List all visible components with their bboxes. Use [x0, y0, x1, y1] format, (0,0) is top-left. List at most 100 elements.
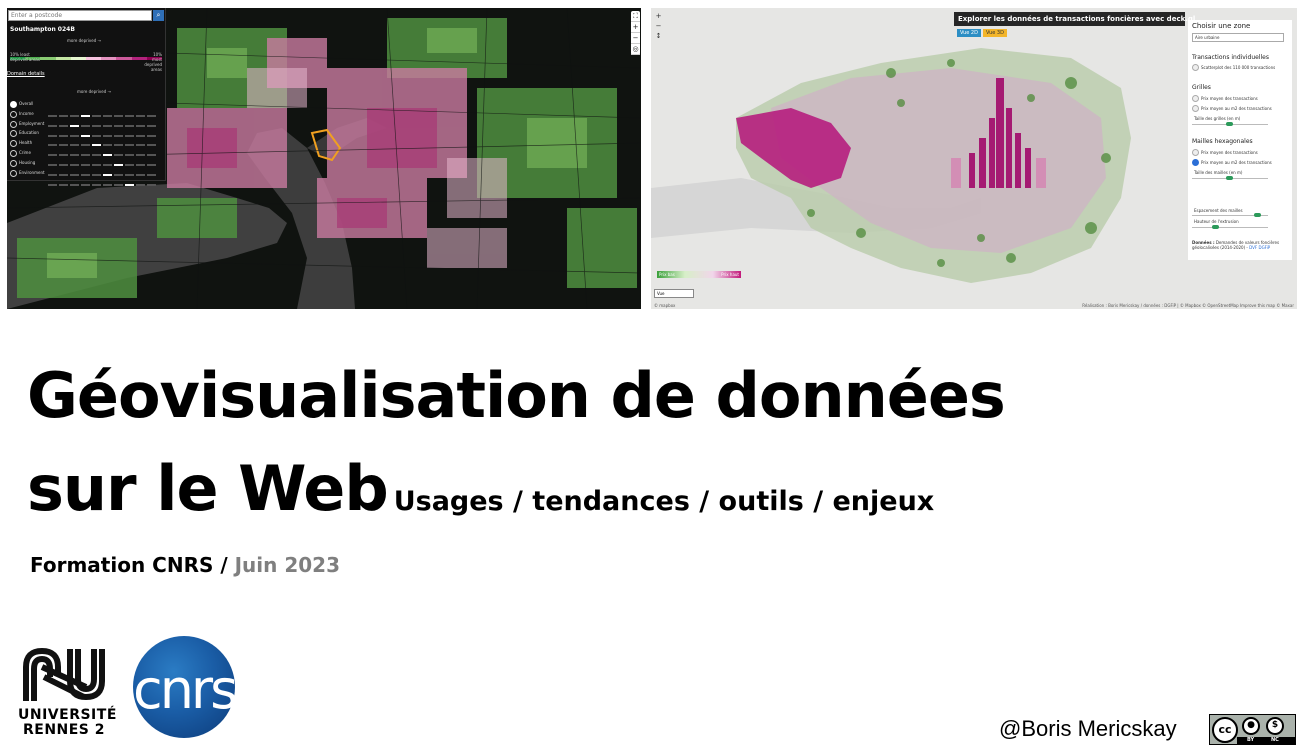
universite-rennes2-logo: UNIVERSITÉ RENNES 2 — [18, 645, 117, 738]
hex-price-radio[interactable] — [1192, 149, 1199, 156]
domain-row[interactable]: Housing — [10, 159, 162, 176]
grid-price-radio[interactable] — [1192, 95, 1199, 102]
decile-bar — [70, 183, 79, 186]
layer-control-panel: Choisir une zone Aire urbaine Transactio… — [1188, 20, 1292, 260]
imd-control-panel: Enter a postcode ⌕ Southampton 024B more… — [7, 8, 166, 186]
postcode-search-input[interactable]: Enter a postcode — [8, 10, 152, 21]
slide-title-line-2: sur le Web Usages / tendances / outils / … — [27, 452, 934, 525]
domain-decile-bars — [48, 122, 162, 137]
decile-bar — [81, 183, 90, 186]
rennes2-line-1: UNIVERSITÉ — [18, 707, 117, 723]
scatterplot-option-label: Scatterplot des 110 000 transactions — [1201, 65, 1276, 70]
domain-radio[interactable] — [10, 140, 17, 148]
cc-by-label: BY — [1247, 737, 1255, 743]
domain-radio[interactable] — [10, 130, 17, 138]
legend-low-label: Prix bas — [659, 272, 675, 277]
spacing-label: Espacement des mailles — [1194, 208, 1243, 213]
search-icon[interactable]: ⌕ — [153, 10, 164, 21]
grid-size-slider[interactable] — [1192, 122, 1268, 126]
data-source-link[interactable]: DVF DGFiP — [1249, 245, 1270, 250]
training-prefix: Formation CNRS / — [30, 553, 228, 577]
domain-row[interactable]: Employment — [10, 120, 162, 137]
domain-radio[interactable] — [10, 101, 17, 108]
deckgl-map-screenshot: + − ↕ Explorer les données de transactio… — [651, 8, 1297, 309]
domain-decile-bars — [48, 131, 162, 147]
spacing-slider[interactable] — [1192, 213, 1268, 217]
hex-size-slider[interactable] — [1192, 176, 1268, 180]
domain-label: Environment — [19, 169, 45, 175]
decile-bar — [48, 183, 57, 186]
legend-view-box[interactable]: Vue — [654, 289, 694, 298]
grid-price-m2-label: Prix moyen au m2 des transactions — [1201, 106, 1272, 111]
domain-decile-bars — [48, 112, 162, 127]
domain-row[interactable]: Health — [10, 139, 162, 157]
domain-details-link[interactable]: Domain details — [7, 71, 45, 77]
deck-app-title: Explorer les données de transactions fon… — [954, 12, 1195, 26]
ramp-swatch — [70, 57, 86, 60]
scatterplot-radio[interactable] — [1192, 64, 1199, 71]
fullscreen-icon[interactable]: ⛶ — [631, 11, 640, 22]
grid-heading: Grilles — [1192, 84, 1211, 91]
domain-label: Health — [19, 140, 33, 146]
zone-select[interactable]: Aire urbaine — [1192, 33, 1284, 42]
domain-radio[interactable] — [10, 150, 17, 157]
grid-price-label: Prix moyen des transactions — [1201, 96, 1258, 101]
training-line: Formation CNRS / Juin 2023 — [30, 553, 340, 577]
domain-label: Overall — [19, 101, 34, 106]
extrusion-label: Hauteur de l'extrusion — [1194, 219, 1239, 224]
decile-bar — [103, 183, 112, 186]
locate-icon[interactable]: ◎ — [631, 44, 640, 55]
domain-decile-bars — [48, 161, 162, 176]
hex-price-m2-radio[interactable] — [1192, 159, 1199, 166]
domain-row[interactable]: Income — [10, 110, 162, 127]
compass-icon[interactable]: ↕ — [654, 31, 663, 41]
domain-decile-bars — [48, 151, 162, 166]
decile-bar — [59, 183, 68, 186]
postcode-search: Enter a postcode ⌕ — [7, 9, 165, 22]
rennes2-line-2: RENNES 2 — [22, 722, 106, 738]
rennes2-mark-icon — [23, 647, 105, 701]
author-handle: @Boris Mericskay — [999, 716, 1177, 741]
zoom-in-button[interactable]: + — [631, 22, 640, 33]
view-3d-button[interactable]: Vue 3D — [983, 29, 1007, 37]
deprivation-color-ramp — [10, 45, 162, 60]
domain-decile-bars — [48, 171, 162, 186]
mapbox-logo[interactable]: © mapbox — [654, 303, 675, 308]
more-deprived-label-2: more deprived → — [77, 89, 111, 94]
zoom-out-button[interactable]: − — [654, 21, 663, 31]
map-zoom-controls: ⛶ + − ◎ — [631, 11, 640, 55]
domain-row[interactable]: Environment — [10, 169, 162, 186]
domain-radio[interactable] — [10, 120, 17, 128]
hex-heading: Mailles hexagonales — [1192, 138, 1253, 145]
zoom-in-button[interactable]: + — [654, 11, 663, 21]
extrusion-slider[interactable] — [1192, 225, 1268, 229]
cc-label-strip — [1237, 737, 1295, 744]
ramp-swatch — [101, 57, 117, 60]
cc-nc-label: NC — [1271, 737, 1279, 743]
more-deprived-label: more deprived → — [67, 38, 101, 43]
grid-price-m2-radio[interactable] — [1192, 105, 1199, 112]
domain-label: Crime — [19, 150, 31, 155]
legend-high-label: Prix haut — [721, 272, 739, 277]
zoom-out-button[interactable]: − — [631, 33, 640, 44]
domain-row[interactable]: Education — [10, 129, 162, 147]
slide-title-line-1: Géovisualisation de données — [27, 359, 1006, 432]
domain-row[interactable]: Overall — [10, 100, 162, 117]
domain-decile-bars — [48, 141, 162, 157]
domain-label: Income — [19, 110, 34, 116]
person-icon: ● — [1242, 717, 1260, 735]
domain-radio[interactable] — [10, 159, 17, 167]
view-2d-button[interactable]: Vue 2D — [957, 29, 981, 37]
ramp-swatch — [116, 57, 132, 60]
ramp-swatch — [85, 57, 102, 60]
domain-radio[interactable] — [10, 110, 17, 118]
area-name: Southampton 024B — [10, 26, 75, 33]
domain-row[interactable]: Crime — [10, 149, 162, 166]
no-dollar-icon: $ — [1266, 717, 1284, 735]
individual-heading: Transactions individuelles — [1192, 54, 1269, 61]
domain-radio[interactable] — [10, 169, 17, 177]
domain-decile-bars — [48, 102, 162, 117]
domain-label: Employment — [19, 120, 45, 126]
price-legend: Prix bas Prix haut — [657, 271, 741, 278]
domain-label: Housing — [19, 159, 36, 165]
